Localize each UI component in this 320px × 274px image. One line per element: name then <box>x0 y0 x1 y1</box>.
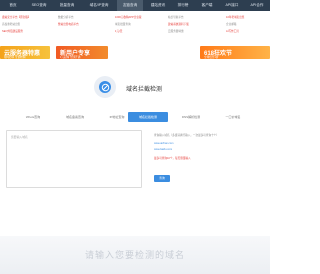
bottom-placeholder: 请输入您要检测的域名 <box>84 250 185 260</box>
ad-link[interactable]: 整站出售电商平台 <box>58 22 79 26</box>
ad-link[interactable]: 数据分析平台 <box>58 15 74 19</box>
promo-banner-mid[interactable]: 新用户专享 1元起购 立即开通 <box>56 46 108 59</box>
page-title: 域名拦截检测 <box>126 87 163 93</box>
ad-link[interactable]: 域名批量查询 <box>115 22 131 26</box>
textarea-placeholder: 您要输入域名 <box>11 135 28 139</box>
ad-link[interactable]: 1000元收购APP企业版 <box>115 15 142 19</box>
ad-links: 盛站安全平台【原创版】 数据分析平台 1000元收购APP企业版 站长导航平台 … <box>0 11 270 47</box>
limit-note: 最多可查询10个，每天限量输入 <box>154 157 191 160</box>
tab-icp[interactable]: 域名备案查询 <box>56 112 94 122</box>
ad-link[interactable]: 高权重老站出售 <box>2 22 20 26</box>
nav-item-api-coop[interactable]: API合作 <box>245 0 269 11</box>
banner-subtitle: 限时秒杀 立即抢购 <box>4 55 26 59</box>
ad-link[interactable]: 1元/天 <box>115 29 122 33</box>
tab-domain-sale[interactable]: 一口价域名 <box>214 112 252 122</box>
banner-subtitle: 1元起购 立即开通 <box>60 55 81 59</box>
top-nav: 首页 SEO查询 批量查询 域名/IP查询 友链查询 建站资讯 排行榜 客户端 … <box>0 0 270 11</box>
example-domain: www.baidu.com <box>154 148 173 151</box>
ad-link[interactable]: AI写作工具 <box>226 29 239 33</box>
promo-banner-right[interactable]: 618狂欢节 全场低至1折 <box>200 46 270 59</box>
ad-link[interactable]: 站长导航平台 <box>168 15 184 19</box>
nav-item-home[interactable]: 首页 <box>2 0 24 11</box>
tab-dns[interactable]: DNS解析检测 <box>172 112 210 122</box>
tool-logo <box>94 76 116 98</box>
nav-item-domain-ip[interactable]: 域名/IP查询 <box>82 0 116 11</box>
form-hints: 查询输入域名（多组请换行输入，一次最多可查询十个） www.aizhan.com… <box>148 130 264 188</box>
promo-banner-left[interactable]: 云服务器特惠 限时秒杀 立即抢购 <box>0 46 50 59</box>
tab-domain-block[interactable]: 域名拦截检测 <box>128 112 168 122</box>
tool-tabs: Whois查询 域名备案查询 IP地址查询 域名拦截检测 DNS解析检测 一口价… <box>0 112 270 124</box>
example-domain: www.aizhan.com <box>154 142 174 145</box>
tool-header: 域名拦截检测 <box>88 74 188 102</box>
nav-item-batch[interactable]: 批量查询 <box>54 0 80 11</box>
bottom-search-area: 请输入您要检测的域名 <box>0 236 270 274</box>
block-icon <box>99 81 111 93</box>
ad-link[interactable]: 建站系统源码下载 <box>168 22 189 26</box>
nav-item-links[interactable]: 友链查询 <box>117 0 143 11</box>
nav-item-rank[interactable]: 排行榜 <box>172 0 194 11</box>
ad-link[interactable]: 10年老域名出售 <box>226 15 244 19</box>
domain-textarea[interactable]: 您要输入域名 <box>6 130 142 188</box>
query-button[interactable]: 查询 <box>154 175 170 182</box>
nav-item-news[interactable]: 建站资讯 <box>145 0 171 11</box>
tab-whois[interactable]: Whois查询 <box>14 112 52 122</box>
nav-item-client[interactable]: 客户端 <box>196 0 218 11</box>
ad-link[interactable]: 企业邮箱 <box>226 22 236 26</box>
hint-text: 查询输入域名（多组请换行输入，一次最多可查询十个） <box>154 134 219 137</box>
ad-link[interactable]: 云服务器特惠 <box>168 29 184 33</box>
ad-link[interactable]: SEO外链建设服务 <box>2 29 23 33</box>
nav-item-seo[interactable]: SEO查询 <box>26 0 52 11</box>
banner-subtitle: 全场低至1折 <box>204 55 219 59</box>
ad-link[interactable]: 盛站安全平台【原创版】 <box>2 15 31 19</box>
nav-item-api[interactable]: API接口 <box>220 0 244 11</box>
